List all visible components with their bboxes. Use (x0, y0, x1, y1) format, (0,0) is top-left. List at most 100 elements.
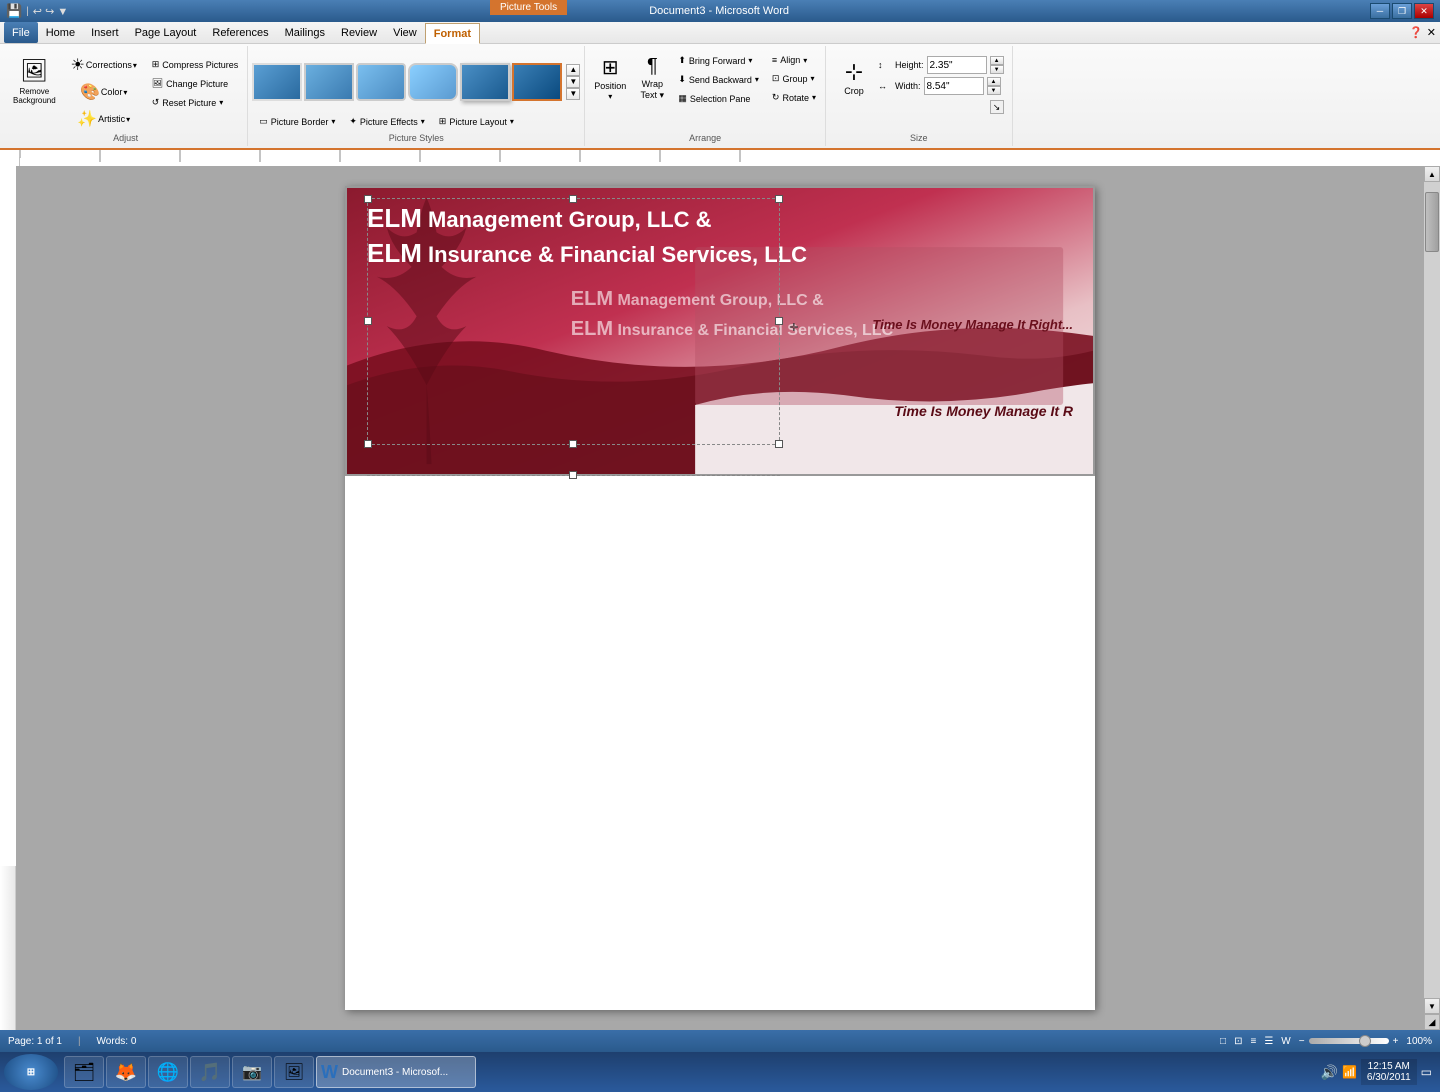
minimize-button[interactable]: ─ (1370, 3, 1390, 19)
menu-mailings[interactable]: Mailings (277, 22, 333, 43)
height-up[interactable]: ▲ (990, 56, 1004, 65)
height-down[interactable]: ▼ (990, 65, 1004, 74)
scrollbar-track[interactable] (1424, 182, 1440, 998)
rotate-button[interactable]: ↻ Rotate ▾ (767, 89, 821, 106)
group-button[interactable]: ⊡ Group ▾ (767, 70, 821, 87)
word-icon: W (321, 1062, 338, 1083)
network-icon[interactable]: 📶 (1342, 1065, 1357, 1079)
menu-bar: File Home Insert Page Layout References … (0, 22, 1440, 44)
width-input[interactable]: 8.54" (924, 77, 984, 95)
menu-view[interactable]: View (385, 22, 425, 43)
close-button[interactable]: ✕ (1414, 3, 1434, 19)
page-canvas[interactable]: ELM Management Group, LLC & ELM Insuranc… (16, 166, 1424, 1030)
reset-picture-button[interactable]: ↺ Reset Picture ▾ (147, 94, 244, 111)
width-spinner: ▲ ▼ (987, 77, 1001, 95)
artistic-effects-button[interactable]: ✨ Artistic ▾ (64, 106, 144, 132)
picture-border-button[interactable]: ▭ Picture Border ▾ (254, 113, 340, 130)
width-text: Width: (895, 81, 921, 91)
view-print-icon[interactable]: □ (1220, 1036, 1226, 1047)
width-down[interactable]: ▼ (987, 86, 1001, 95)
send-backward-button[interactable]: ⬇ Send Backward ▾ (673, 71, 764, 88)
picture-style-5[interactable] (460, 63, 510, 101)
menu-file[interactable]: File (4, 22, 38, 43)
tagline-bottom: Time Is Money Manage It R (894, 403, 1073, 419)
selection-pane-button[interactable]: ▦ Selection Pane (673, 90, 764, 107)
style-scroll-down[interactable]: ▼ (566, 76, 580, 88)
group-icon: ⊡ (772, 73, 780, 84)
remove-background-button[interactable]: 🖼 RemoveBackground (8, 52, 61, 109)
color-icon: 🎨 (80, 82, 100, 102)
zoom-out-icon[interactable]: − (1299, 1036, 1305, 1047)
taskbar-firefox[interactable]: 🦊 (106, 1056, 146, 1088)
bring-forward-icon: ⬆ (678, 55, 686, 66)
arrange-col2: ≡ Align ▾ ⊡ Group ▾ ↻ Rotate ▾ (767, 52, 821, 106)
picture-style-6[interactable] (512, 63, 562, 101)
view-draft-icon[interactable]: ≡ (1250, 1036, 1256, 1047)
image-container[interactable]: ELM Management Group, LLC & ELM Insuranc… (345, 186, 1095, 476)
bridge-icon: 📷 (242, 1062, 262, 1082)
taskbar-photoshop[interactable]: 🖼 (274, 1056, 314, 1088)
picture-style-2[interactable] (304, 63, 354, 101)
show-desktop-icon[interactable]: ▭ (1421, 1065, 1432, 1079)
bring-forward-button[interactable]: ⬆ Bring Forward ▾ (673, 52, 764, 69)
view-web-icon[interactable]: W (1281, 1036, 1290, 1047)
view-fullscreen-icon[interactable]: ⊡ (1234, 1036, 1242, 1047)
page-info: Page: 1 of 1 (8, 1036, 62, 1047)
change-picture-button[interactable]: 🖼 Change Picture (147, 75, 244, 92)
status-bar: Page: 1 of 1 | Words: 0 □ ⊡ ≡ ☰ W − + 10… (0, 1030, 1440, 1052)
scrollbar-thumb[interactable] (1425, 192, 1439, 252)
svg-text:│: │ (18, 157, 22, 166)
menu-references[interactable]: References (204, 22, 276, 43)
picture-style-1[interactable] (252, 63, 302, 101)
restore-button[interactable]: ❐ (1392, 3, 1412, 19)
window-controls: ─ ❐ ✕ (1370, 3, 1434, 19)
menu-insert[interactable]: Insert (83, 22, 127, 43)
menu-format[interactable]: Format (425, 23, 480, 44)
height-row: ↕ Height: 2.35" ▲ ▼ (878, 56, 1004, 74)
start-button[interactable]: ⊞ (4, 1054, 58, 1090)
zoom-in-icon[interactable]: + (1393, 1036, 1399, 1047)
menu-page-layout[interactable]: Page Layout (127, 22, 205, 43)
height-input[interactable]: 2.35" (927, 56, 987, 74)
speaker-icon[interactable]: 🔊 (1321, 1064, 1338, 1081)
artistic-icon: ✨ (77, 109, 97, 129)
ruler-markings: │ (0, 150, 1440, 166)
picture-layout-button[interactable]: ⊞ Picture Layout ▾ (434, 113, 519, 130)
help-icon[interactable]: ❓ (1409, 26, 1423, 39)
picture-effects-button[interactable]: ✦ Picture Effects ▾ (344, 113, 429, 130)
taskbar-word[interactable]: W Document3 - Microsof... (316, 1056, 476, 1088)
elm-text-1: ELM (367, 203, 422, 233)
style-scroll-up[interactable]: ▲ (566, 64, 580, 76)
compress-pictures-button[interactable]: ⊞ Compress Pictures (147, 56, 244, 73)
menu-review[interactable]: Review (333, 22, 385, 43)
color-button[interactable]: 🎨 Color ▾ (64, 79, 144, 105)
picture-style-4[interactable] (408, 63, 458, 101)
align-button[interactable]: ≡ Align ▾ (767, 52, 821, 68)
zoom-slider[interactable] (1309, 1038, 1389, 1044)
close-ribbon-icon[interactable]: ✕ (1427, 26, 1436, 39)
corrections-button[interactable]: ☀ Corrections ▾ (64, 52, 144, 78)
taskbar-bridge[interactable]: 📷 (232, 1056, 272, 1088)
title-bar: 💾 | ↩ ↪ ▼ Document3 - Microsoft Word Pic… (0, 0, 1440, 22)
menu-home[interactable]: Home (38, 22, 83, 43)
scroll-down-button[interactable]: ▼ (1424, 998, 1440, 1014)
style-scroll-more[interactable]: ▼ (566, 88, 580, 100)
size-expand-button[interactable]: ↘ (990, 100, 1004, 114)
position-button[interactable]: ⊞ Position ▾ (589, 52, 631, 104)
firefox-icon: 🦊 (115, 1062, 137, 1083)
ghost-rest-1: Management Group, LLC & (613, 292, 824, 309)
size-group-label: Size (834, 132, 1004, 144)
taskbar-itunes[interactable]: 🎵 (190, 1056, 230, 1088)
crop-button[interactable]: ⊹ Crop (834, 56, 874, 99)
width-up[interactable]: ▲ (987, 77, 1001, 86)
picture-tools-label: Picture Tools (490, 0, 567, 15)
taskbar-chrome[interactable]: 🌐 (148, 1056, 188, 1088)
taskbar: ⊞ 🗂 🦊 🌐 🎵 📷 🖼 W Document3 - Microsof... … (0, 1052, 1440, 1092)
taskbar-explorer[interactable]: 🗂 (64, 1056, 104, 1088)
zoom-level: 100% (1406, 1036, 1432, 1047)
wrap-text-button[interactable]: ¶ Wrap Text ▾ (634, 52, 670, 104)
view-outline-icon[interactable]: ☰ (1264, 1036, 1273, 1047)
scroll-up-button[interactable]: ▲ (1424, 166, 1440, 182)
height-label: ↕ (878, 60, 892, 70)
picture-style-3[interactable] (356, 63, 406, 101)
